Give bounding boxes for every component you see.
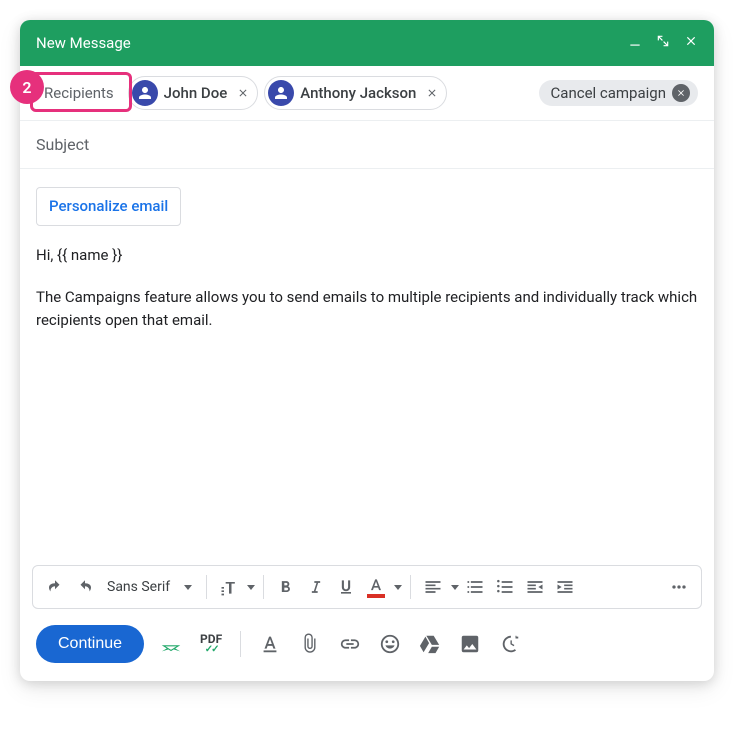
text-color-swatch (367, 594, 385, 598)
font-size-button[interactable] (215, 571, 243, 603)
avatar-icon (132, 80, 158, 106)
numbered-list-button[interactable] (461, 571, 489, 603)
cancel-campaign-pill[interactable]: Cancel campaign (539, 80, 698, 106)
formatting-toolbar: Sans Serif (32, 565, 702, 609)
remove-recipient-icon[interactable] (426, 87, 438, 99)
compose-window: 2 New Message Recipients John Doe (20, 20, 714, 681)
indent-decrease-button[interactable] (521, 571, 549, 603)
subject-placeholder: Subject (36, 135, 89, 154)
attachment-icon[interactable] (299, 633, 321, 655)
align-button[interactable] (419, 571, 447, 603)
signature-icon[interactable] (160, 633, 182, 655)
recipient-chip-name: Anthony Jackson (300, 84, 416, 102)
bulleted-list-button[interactable] (491, 571, 519, 603)
chevron-down-icon (451, 585, 459, 590)
italic-button[interactable] (302, 571, 330, 603)
cancel-campaign-close-icon[interactable] (672, 84, 690, 102)
remove-recipient-icon[interactable] (237, 87, 249, 99)
bold-button[interactable] (272, 571, 300, 603)
indent-increase-button[interactable] (551, 571, 579, 603)
recipient-chip-name: John Doe (164, 84, 228, 102)
undo-button[interactable] (41, 571, 69, 603)
underline-button[interactable] (332, 571, 360, 603)
text-color-button[interactable] (362, 571, 390, 603)
link-icon[interactable] (339, 633, 361, 655)
recipients-label: Recipients (36, 78, 122, 108)
chevron-down-icon (247, 585, 255, 590)
cancel-campaign-label: Cancel campaign (551, 84, 666, 102)
separator (410, 575, 411, 599)
recipients-row[interactable]: Recipients John Doe Anthony Jackson Canc… (20, 66, 714, 121)
separator (240, 631, 241, 657)
pdf-icon[interactable]: PDF✓✓ (200, 633, 222, 655)
close-icon[interactable] (684, 34, 698, 52)
chevron-down-icon (184, 585, 192, 590)
text-format-icon[interactable] (259, 633, 281, 655)
redo-button[interactable] (71, 571, 99, 603)
compose-header: New Message (20, 20, 714, 66)
avatar-icon (268, 80, 294, 106)
minimize-icon[interactable] (628, 34, 642, 52)
drive-icon[interactable] (419, 633, 441, 655)
body-greeting: Hi, {{ name }} (36, 244, 698, 267)
personalize-email-button[interactable]: Personalize email (36, 187, 181, 226)
body-paragraph: The Campaigns feature allows you to send… (36, 286, 698, 333)
recipient-chip[interactable]: Anthony Jackson (264, 76, 447, 110)
subject-field[interactable]: Subject (20, 121, 714, 169)
continue-button[interactable]: Continue (36, 625, 144, 663)
recipient-chip[interactable]: John Doe (128, 76, 259, 110)
separator (263, 575, 264, 599)
compose-action-row: Continue PDF✓✓ (20, 609, 714, 681)
font-family-value: Sans Serif (107, 579, 170, 595)
compose-title: New Message (36, 34, 628, 52)
step-callout-badge: 2 (10, 70, 44, 104)
font-family-select[interactable]: Sans Serif (101, 579, 198, 595)
image-icon[interactable] (459, 633, 481, 655)
separator (206, 575, 207, 599)
schedule-send-icon[interactable] (499, 633, 521, 655)
more-formatting-button[interactable] (665, 571, 693, 603)
expand-icon[interactable] (656, 34, 670, 52)
emoji-icon[interactable] (379, 633, 401, 655)
chevron-down-icon (394, 585, 402, 590)
email-body-editor[interactable]: Personalize email Hi, {{ name }} The Cam… (20, 169, 714, 565)
